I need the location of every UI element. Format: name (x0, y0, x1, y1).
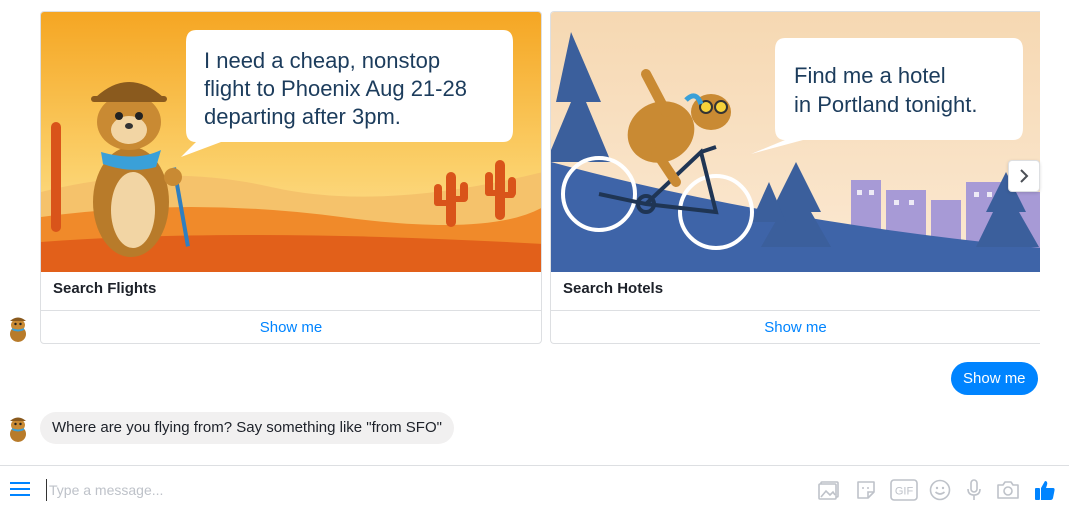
image-button[interactable] (817, 478, 841, 502)
svg-text:GIF: GIF (895, 486, 914, 498)
sticker-icon (857, 481, 875, 499)
sticker-button[interactable] (854, 478, 878, 502)
carousel-card-flights: I need a cheap, nonstop flight to Phoeni… (40, 11, 542, 344)
show-me-flights-button[interactable]: Show me (41, 310, 541, 343)
flights-speech-line-3: departing after 3pm. (204, 104, 401, 129)
like-button[interactable] (1033, 478, 1057, 502)
menu-icon[interactable] (10, 481, 30, 497)
flights-speech-line-1: I need a cheap, nonstop (204, 48, 440, 73)
microphone-icon (967, 479, 981, 500)
thumbs-up-icon (1035, 481, 1055, 500)
voice-button[interactable] (962, 478, 986, 502)
chipmunk-avatar-icon (4, 414, 32, 442)
bot-avatar[interactable] (4, 314, 32, 342)
message-input[interactable] (46, 479, 786, 501)
hotels-card-image[interactable]: Find me a hotel in Portland tonight. (551, 12, 1040, 272)
gif-button[interactable]: GIF (890, 478, 918, 502)
bot-message-bubble: Where are you flying from? Say something… (40, 412, 454, 444)
chevron-right-icon (1020, 169, 1029, 183)
flights-speech-line-2: flight to Phoenix Aug 21-28 (204, 76, 467, 101)
flights-card-image[interactable]: I need a cheap, nonstop flight to Phoeni… (41, 12, 541, 272)
bot-avatar[interactable] (4, 414, 32, 442)
carousel-next-button[interactable] (1008, 160, 1040, 192)
message-composer: GIF (0, 465, 1069, 511)
user-message-bubble: Show me (951, 362, 1038, 395)
camera-button[interactable] (996, 478, 1020, 502)
gif-icon: GIF (890, 479, 918, 501)
show-me-hotels-button[interactable]: Show me (551, 310, 1040, 343)
card-title-hotels: Search Hotels (563, 280, 664, 297)
emoji-button[interactable] (928, 478, 952, 502)
chipmunk-avatar-icon (4, 314, 32, 342)
hotels-speech-line-1: Find me a hotel (794, 63, 946, 88)
emoji-icon (929, 479, 951, 501)
camera-icon (997, 481, 1019, 499)
carousel-card-hotels: Find me a hotel in Portland tonight. Sea… (550, 11, 1040, 344)
card-title-flights: Search Flights (53, 280, 157, 297)
hotels-speech-line-2: in Portland tonight. (794, 92, 977, 117)
image-icon (818, 481, 839, 500)
